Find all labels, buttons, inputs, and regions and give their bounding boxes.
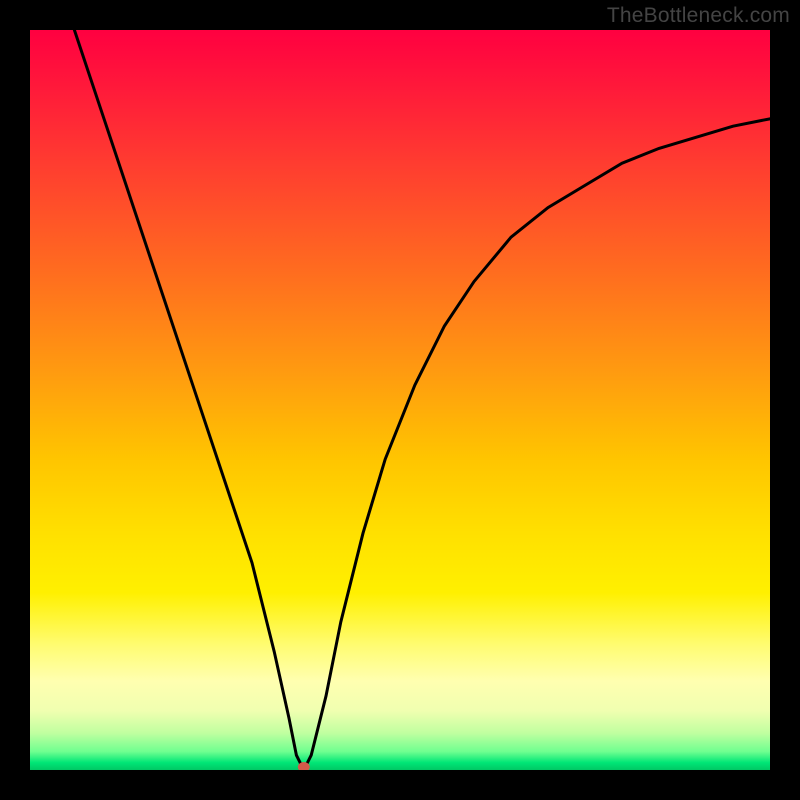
- curve-path: [74, 30, 770, 770]
- curve-svg: [30, 30, 770, 770]
- chart-frame: TheBottleneck.com: [0, 0, 800, 800]
- plot-area: [30, 30, 770, 770]
- watermark: TheBottleneck.com: [607, 4, 790, 28]
